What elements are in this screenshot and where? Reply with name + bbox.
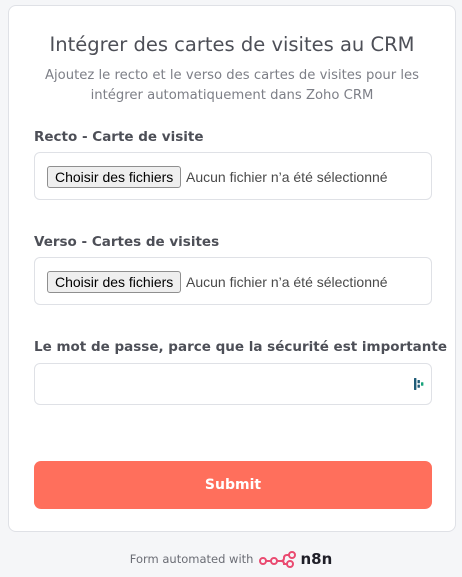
footer-text: Form automated with [129,552,254,566]
recto-file-status: Aucun fichier n’a été sélectionné [186,169,388,185]
recto-label: Recto - Carte de visite [34,129,204,145]
form-card: Intégrer des cartes de visites au CRM Aj… [8,5,456,532]
footer: Form automated with n8n [0,548,462,570]
n8n-logo-icon[interactable] [259,549,297,569]
form-subtitle: Ajoutez le recto et le verso des cartes … [44,68,420,103]
verso-choose-files-button[interactable]: Choisir des fichiers [47,271,182,293]
form-title: Intégrer des cartes de visites au CRM [49,33,415,56]
recto-choose-files-button[interactable]: Choisir des fichiers [47,166,182,188]
password-manager-icon[interactable] [413,377,425,391]
password-input[interactable] [34,363,432,405]
verso-file-input[interactable]: Choisir des fichiers Aucun fichier n’a é… [34,257,432,305]
n8n-brand-text[interactable]: n8n [300,550,332,568]
verso-label: Verso - Cartes de visites [34,234,220,250]
password-label: Le mot de passe, parce que la sécurité e… [34,339,447,355]
submit-button[interactable]: Submit [34,461,432,509]
verso-file-status: Aucun fichier n’a été sélectionné [186,274,388,290]
recto-file-input[interactable]: Choisir des fichiers Aucun fichier n’a é… [34,152,432,200]
